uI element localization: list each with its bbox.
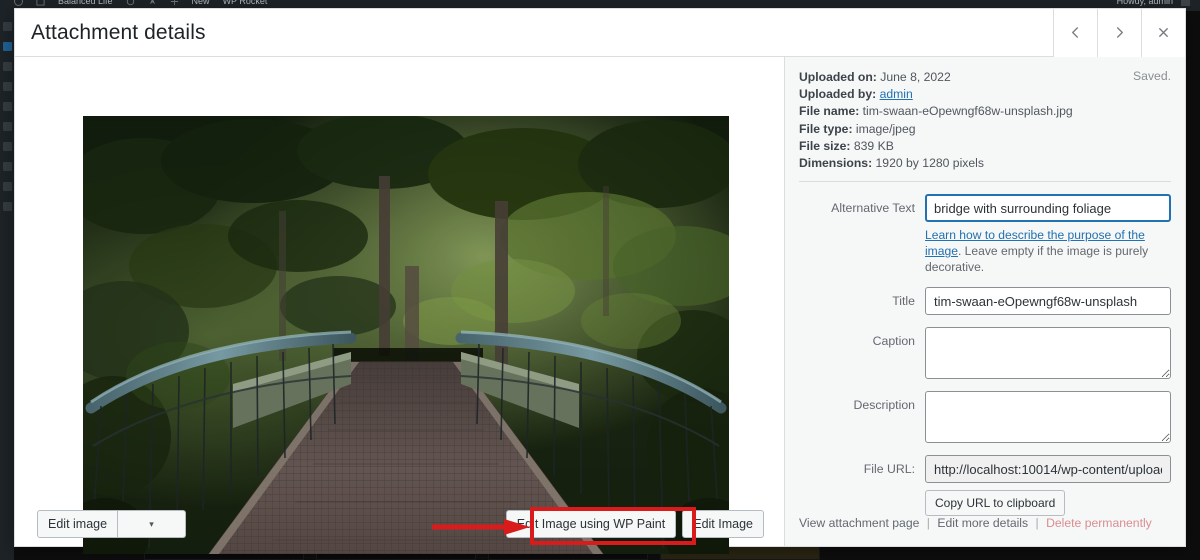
forest-bridge-photo bbox=[83, 116, 729, 554]
edit-image-dropdown-toggle[interactable]: ▾ bbox=[118, 510, 187, 538]
admin-bar-items: Balanced Life New WP Rocket bbox=[14, 0, 267, 7]
comments-icon[interactable] bbox=[126, 0, 135, 6]
admin-bar-new[interactable]: New bbox=[192, 0, 210, 7]
field-row-description: Description bbox=[799, 391, 1171, 444]
edit-image-button-left[interactable]: Edit image bbox=[37, 510, 119, 538]
preview-actions-bar: Edit image ▾ Edit Image using WP Paint E… bbox=[15, 502, 784, 546]
howdy-label: Howdy, admin bbox=[1116, 0, 1173, 6]
admin-bar-site-name[interactable]: Balanced Life bbox=[58, 0, 113, 7]
sidebar-icon-plugins[interactable] bbox=[2, 122, 12, 131]
attachment-details-modal: Attachment details Edit image ▾ Edit Ima… bbox=[14, 8, 1186, 554]
meta-dimensions: Dimensions: 1920 by 1280 pixels bbox=[799, 155, 1171, 172]
chevron-right-icon bbox=[1113, 26, 1126, 39]
plus-icon[interactable] bbox=[170, 0, 179, 6]
modal-body: Edit image ▾ Edit Image using WP Paint E… bbox=[15, 57, 1185, 554]
uploaded-by-link[interactable]: admin bbox=[880, 87, 913, 101]
chevron-down-icon: ▾ bbox=[149, 518, 154, 529]
meta-label: File name: bbox=[799, 104, 860, 119]
meta-label: Uploaded on: bbox=[799, 70, 877, 84]
caption-label: Caption bbox=[872, 334, 915, 349]
modal-header-buttons bbox=[1053, 8, 1185, 57]
wp-admin-sidebar bbox=[0, 11, 14, 560]
preview-wrap bbox=[15, 57, 784, 554]
meta-value: 839 KB bbox=[853, 138, 894, 153]
link-separator: | bbox=[1035, 516, 1039, 530]
page-title: Attachment details bbox=[31, 20, 206, 44]
alt-text-helper: Learn how to describe the purpose of the… bbox=[925, 227, 1171, 275]
title-label: Title bbox=[892, 294, 915, 309]
meta-label: Dimensions: bbox=[799, 156, 873, 171]
sidebar-icon-dashboard[interactable] bbox=[2, 22, 12, 31]
meta-value: 1920 by 1280 pixels bbox=[875, 156, 984, 171]
sidebar-icon-settings[interactable] bbox=[2, 182, 12, 191]
site-icon[interactable] bbox=[36, 0, 45, 6]
image-editor-buttons: Edit Image using WP Paint Edit Image bbox=[505, 510, 764, 538]
chevron-left-icon bbox=[1069, 26, 1082, 39]
avatar bbox=[1181, 0, 1190, 6]
title-input[interactable] bbox=[925, 287, 1171, 316]
divider bbox=[799, 181, 1171, 183]
modal-header: Attachment details bbox=[15, 8, 1185, 57]
description-textarea[interactable] bbox=[925, 391, 1171, 444]
view-attachment-page-link[interactable]: View attachment page bbox=[799, 516, 919, 530]
field-row-title: Title bbox=[799, 287, 1171, 316]
close-icon bbox=[1157, 26, 1170, 39]
attachment-preview-column: Edit image ▾ Edit Image using WP Paint E… bbox=[15, 57, 785, 554]
wordpress-logo-icon[interactable] bbox=[14, 0, 23, 6]
edit-more-details-link[interactable]: Edit more details bbox=[937, 516, 1028, 530]
description-control bbox=[925, 391, 1171, 444]
meta-file-type: File type: image/jpeg bbox=[799, 121, 1171, 138]
description-label: Description bbox=[853, 398, 915, 413]
sidebar-icon-users[interactable] bbox=[2, 142, 12, 151]
attachment-details-panel: Saved. Uploaded on: June 8, 2022 Uploade… bbox=[785, 57, 1185, 546]
title-control bbox=[925, 287, 1171, 316]
alt-text-control: Learn how to describe the purpose of the… bbox=[925, 194, 1171, 275]
file-url-input[interactable] bbox=[925, 455, 1171, 484]
screen-root: Balanced Life New WP Rocket Howdy, admin bbox=[0, 0, 1200, 560]
meta-value: tim-swaan-eOpewngf68w-unsplash.jpg bbox=[862, 104, 1073, 119]
alt-text-label: Alternative Text bbox=[831, 201, 915, 216]
edit-image-split-button: Edit image ▾ bbox=[37, 510, 187, 538]
file-url-label: File URL: bbox=[863, 462, 915, 477]
edit-image-button[interactable]: Edit Image bbox=[682, 510, 764, 538]
meta-value: image/jpeg bbox=[855, 121, 916, 136]
link-separator: | bbox=[926, 516, 930, 530]
caption-textarea[interactable] bbox=[925, 327, 1171, 380]
admin-bar-wp-rocket[interactable]: WP Rocket bbox=[223, 0, 268, 7]
meta-label: Uploaded by: bbox=[799, 87, 877, 102]
attachment-bottom-links: View attachment page | Edit more details… bbox=[799, 516, 1152, 530]
sidebar-icon-pages[interactable] bbox=[2, 62, 12, 71]
sidebar-icon-collapse[interactable] bbox=[2, 202, 12, 211]
file-url-control: Copy URL to clipboard bbox=[925, 455, 1171, 517]
sidebar-icon-comments[interactable] bbox=[2, 82, 12, 91]
rocket-icon[interactable] bbox=[148, 0, 157, 6]
close-modal-button[interactable] bbox=[1141, 8, 1185, 57]
alt-text-input[interactable] bbox=[925, 194, 1171, 223]
previous-attachment-button[interactable] bbox=[1053, 8, 1097, 57]
meta-label: File type: bbox=[799, 121, 853, 136]
meta-uploaded-by: Uploaded by: admin bbox=[799, 86, 1171, 103]
meta-file-size: File size: 839 KB bbox=[799, 138, 1171, 155]
caption-control bbox=[925, 327, 1171, 380]
meta-value: June 8, 2022 bbox=[880, 70, 951, 84]
sidebar-icon-appearance[interactable] bbox=[2, 102, 12, 111]
delete-permanently-link[interactable]: Delete permanently bbox=[1046, 516, 1152, 530]
status-badge: Saved. bbox=[1133, 69, 1171, 83]
admin-bar-account[interactable]: Howdy, admin bbox=[1117, 0, 1190, 7]
sidebar-icon-tools[interactable] bbox=[2, 162, 12, 171]
meta-uploaded-on: Uploaded on: June 8, 2022 bbox=[799, 69, 1171, 86]
sidebar-icon-media-selected[interactable] bbox=[2, 42, 12, 51]
next-attachment-button[interactable] bbox=[1097, 8, 1141, 57]
field-row-caption: Caption bbox=[799, 327, 1171, 380]
field-row-alt-text: Alternative Text Learn how to describe t… bbox=[799, 194, 1171, 275]
copy-url-to-clipboard-button[interactable]: Copy URL to clipboard bbox=[925, 490, 1066, 517]
field-row-file-url: File URL: Copy URL to clipboard bbox=[799, 455, 1171, 517]
alt-text-helper-rest: . Leave empty if the image is purely dec… bbox=[925, 244, 1149, 275]
attachment-image-preview bbox=[83, 116, 729, 554]
edit-image-using-wp-paint-button[interactable]: Edit Image using WP Paint bbox=[505, 510, 677, 538]
meta-file-name: File name: tim-swaan-eOpewngf68w-unsplas… bbox=[799, 103, 1171, 120]
meta-label: File size: bbox=[799, 138, 851, 153]
